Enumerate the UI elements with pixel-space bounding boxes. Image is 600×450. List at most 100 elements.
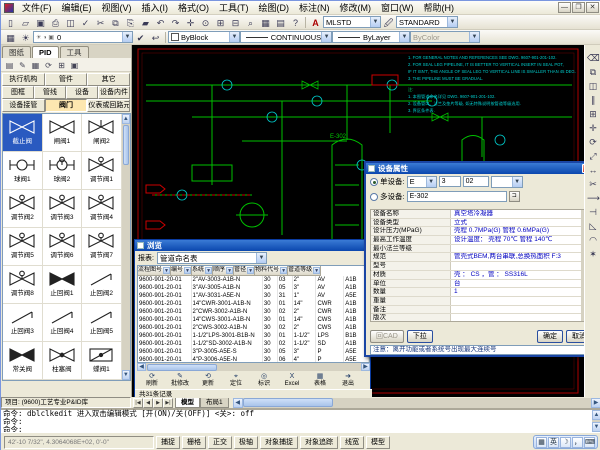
scale-icon[interactable]: ⤢ xyxy=(586,149,600,162)
extend-icon[interactable]: ⟶ xyxy=(586,191,600,204)
pan-icon[interactable]: ✛ xyxy=(184,16,198,29)
table-button[interactable]: ▦ 表格 xyxy=(307,373,333,388)
menu-item[interactable]: 编辑(E) xyxy=(57,1,97,14)
scroll-right-icon[interactable]: ▶ xyxy=(361,363,370,371)
ok-button[interactable]: 确定 xyxy=(537,330,563,343)
category-button[interactable]: 阀门 xyxy=(45,99,88,112)
palette-tab[interactable]: 工具 xyxy=(60,46,89,58)
excel-button[interactable]: X Excel xyxy=(279,373,305,388)
palette-item[interactable]: 止回阀3 xyxy=(3,304,43,342)
dropdown-button[interactable]: 下拉 xyxy=(407,330,433,343)
move-icon[interactable]: ✛ xyxy=(586,121,600,134)
palette-tab[interactable]: PID xyxy=(32,46,59,58)
tab-nav-button[interactable]: |◀ xyxy=(133,398,143,408)
report-combo[interactable]: 管道命名表▼ xyxy=(157,252,267,264)
scroll-down-icon[interactable]: ▼ xyxy=(122,370,130,380)
chevron-down-icon[interactable]: ▼ xyxy=(512,177,522,187)
save-icon[interactable]: ▣ xyxy=(68,59,81,71)
palette-tab[interactable]: 图纸 xyxy=(2,46,31,58)
property-row[interactable]: 重量 xyxy=(371,297,581,306)
redo-icon[interactable]: ↷ xyxy=(169,16,183,29)
property-row[interactable]: 最高工作温度 设计温度： 壳程 70℃ 管程 140℃ xyxy=(371,236,581,245)
property-row[interactable]: 设计压力(MPaG) 壳程 0.7MPa(G) 管程 0.6MPa(G) xyxy=(371,227,581,236)
chevron-down-icon[interactable]: ▼ xyxy=(280,267,287,274)
chevron-down-icon[interactable]: ▼ xyxy=(184,267,191,274)
column-header[interactable]: 管径▼ xyxy=(234,266,255,276)
status-toggle-button[interactable]: 对象追踪 xyxy=(300,436,338,449)
command-history[interactable]: 命令: dblclkedit 进入双击编辑模式 [开(ON)/关(OFF)] <… xyxy=(1,410,592,432)
status-toggle-button[interactable]: 线宽 xyxy=(340,436,364,449)
chevron-down-icon[interactable]: ▼ xyxy=(163,267,170,274)
break-icon[interactable]: ⊣ xyxy=(586,205,600,218)
zoom-window-icon[interactable]: ⊞ xyxy=(214,16,228,29)
palette-item[interactable]: 截止阀 xyxy=(3,114,43,152)
ime-keyboard-icon[interactable]: ⌨ xyxy=(584,437,595,448)
text-style-combo[interactable]: MLSTD▼ xyxy=(323,16,381,28)
save-icon[interactable]: ▣ xyxy=(34,16,48,29)
palette-item[interactable]: 常关阀 xyxy=(3,342,43,380)
menu-item[interactable]: 窗口(W) xyxy=(376,1,419,14)
scroll-up-icon[interactable]: ▲ xyxy=(122,114,130,124)
chevron-down-icon[interactable]: ▼ xyxy=(226,267,233,274)
grid-icon[interactable]: ▦ xyxy=(29,59,42,71)
browse-titlebar[interactable]: 浏览 xyxy=(135,240,370,251)
list-icon[interactable]: ▤ xyxy=(3,59,16,71)
category-button[interactable]: 图框 xyxy=(2,86,34,99)
multi-device-radio[interactable] xyxy=(370,193,378,201)
table-row[interactable]: 9600-901-20-01 4"P-3006-A5E-N 30 06 4" P… xyxy=(138,356,369,363)
menu-item[interactable]: 格式(O) xyxy=(173,1,214,14)
palette-item[interactable]: 调节阀2 xyxy=(3,190,43,228)
scroll-up-icon[interactable]: ▲ xyxy=(592,410,600,420)
rotate-icon[interactable]: ⟳ xyxy=(586,135,600,148)
sequence-field[interactable]: 02 xyxy=(463,176,489,187)
status-toggle-button[interactable]: 对象捕捉 xyxy=(260,436,298,449)
scrollbar-thumb[interactable] xyxy=(123,125,129,165)
status-toggle-button[interactable]: 极轴 xyxy=(234,436,258,449)
palette-item[interactable]: 闸阀2 xyxy=(82,114,122,152)
chevron-down-icon[interactable]: ▼ xyxy=(321,32,331,42)
chevron-down-icon[interactable]: ▼ xyxy=(122,32,132,42)
table-row[interactable]: 9600-901-20-01 14"CWR-3001-A1B-N 30 01 1… xyxy=(138,300,369,308)
mirror-icon[interactable]: ◫ xyxy=(586,79,600,92)
update-button[interactable]: ⟲ 更新 xyxy=(195,373,221,388)
print-icon[interactable]: ⎙ xyxy=(49,16,63,29)
make-layer-current-icon[interactable]: ✔ xyxy=(134,31,148,44)
palette-item[interactable]: 止回阀4 xyxy=(43,304,83,342)
palette-item[interactable]: 球阀2 xyxy=(43,152,83,190)
match-properties-icon[interactable]: ▰ xyxy=(139,16,153,29)
properties-icon[interactable]: ▤ xyxy=(274,16,288,29)
undo-icon[interactable]: ↶ xyxy=(154,16,168,29)
help-icon[interactable]: ? xyxy=(289,16,303,29)
category-button[interactable]: 设备内件 xyxy=(98,86,130,99)
command-window[interactable]: 命令: dblclkedit 进入双击编辑模式 [开(ON)/关(OFF)] <… xyxy=(1,408,600,432)
zoom-realtime-icon[interactable]: ⊙ xyxy=(199,16,213,29)
property-row[interactable]: 材质 壳 ： CS ，管 ： SS316L xyxy=(371,271,581,280)
column-header[interactable]: 物料代号▼ xyxy=(255,266,288,276)
property-row[interactable]: 设备名称 真空塔冷凝器 xyxy=(371,210,581,219)
cut-icon[interactable]: ✂ xyxy=(94,16,108,29)
property-row[interactable]: 备注 xyxy=(371,306,581,315)
column-header[interactable]: 顺序▼ xyxy=(213,266,234,276)
palette-item[interactable]: 调节阀6 xyxy=(43,228,83,266)
scroll-left-icon[interactable]: ◀ xyxy=(233,398,243,408)
copy-icon[interactable]: ⧉ xyxy=(586,65,600,78)
menu-item[interactable]: 绘图(D) xyxy=(254,1,295,14)
spelling-icon[interactable]: ✓ xyxy=(79,16,93,29)
property-row[interactable]: 最小法兰等级 xyxy=(371,245,581,254)
designcenter-icon[interactable]: ▦ xyxy=(259,16,273,29)
property-row[interactable]: 规范 管壳式BEM,两台串联,总换热面积 F:3 xyxy=(371,253,581,262)
column-header[interactable]: 系统▼ xyxy=(192,266,213,276)
category-button[interactable]: 仪表或回路元件 xyxy=(87,99,130,112)
property-row[interactable]: 单位 台 xyxy=(371,280,581,289)
sheet-tab[interactable]: 模型 xyxy=(175,398,200,408)
menu-item[interactable]: 标注(N) xyxy=(294,1,335,14)
scrollbar-thumb[interactable] xyxy=(147,364,217,371)
column-header[interactable]: 管道等级▼ xyxy=(288,266,321,276)
chevron-down-icon[interactable]: ▼ xyxy=(370,17,380,27)
scroll-left-icon[interactable]: ◀ xyxy=(137,363,146,371)
palette-item[interactable]: 柱塞阀 xyxy=(43,342,83,380)
device-type-combo[interactable]: E▼ xyxy=(407,176,437,188)
color-combo[interactable]: ByBlock▼ xyxy=(168,31,240,43)
chevron-down-icon[interactable]: ▼ xyxy=(205,267,212,274)
tab-nav-button[interactable]: ▶| xyxy=(163,398,173,408)
